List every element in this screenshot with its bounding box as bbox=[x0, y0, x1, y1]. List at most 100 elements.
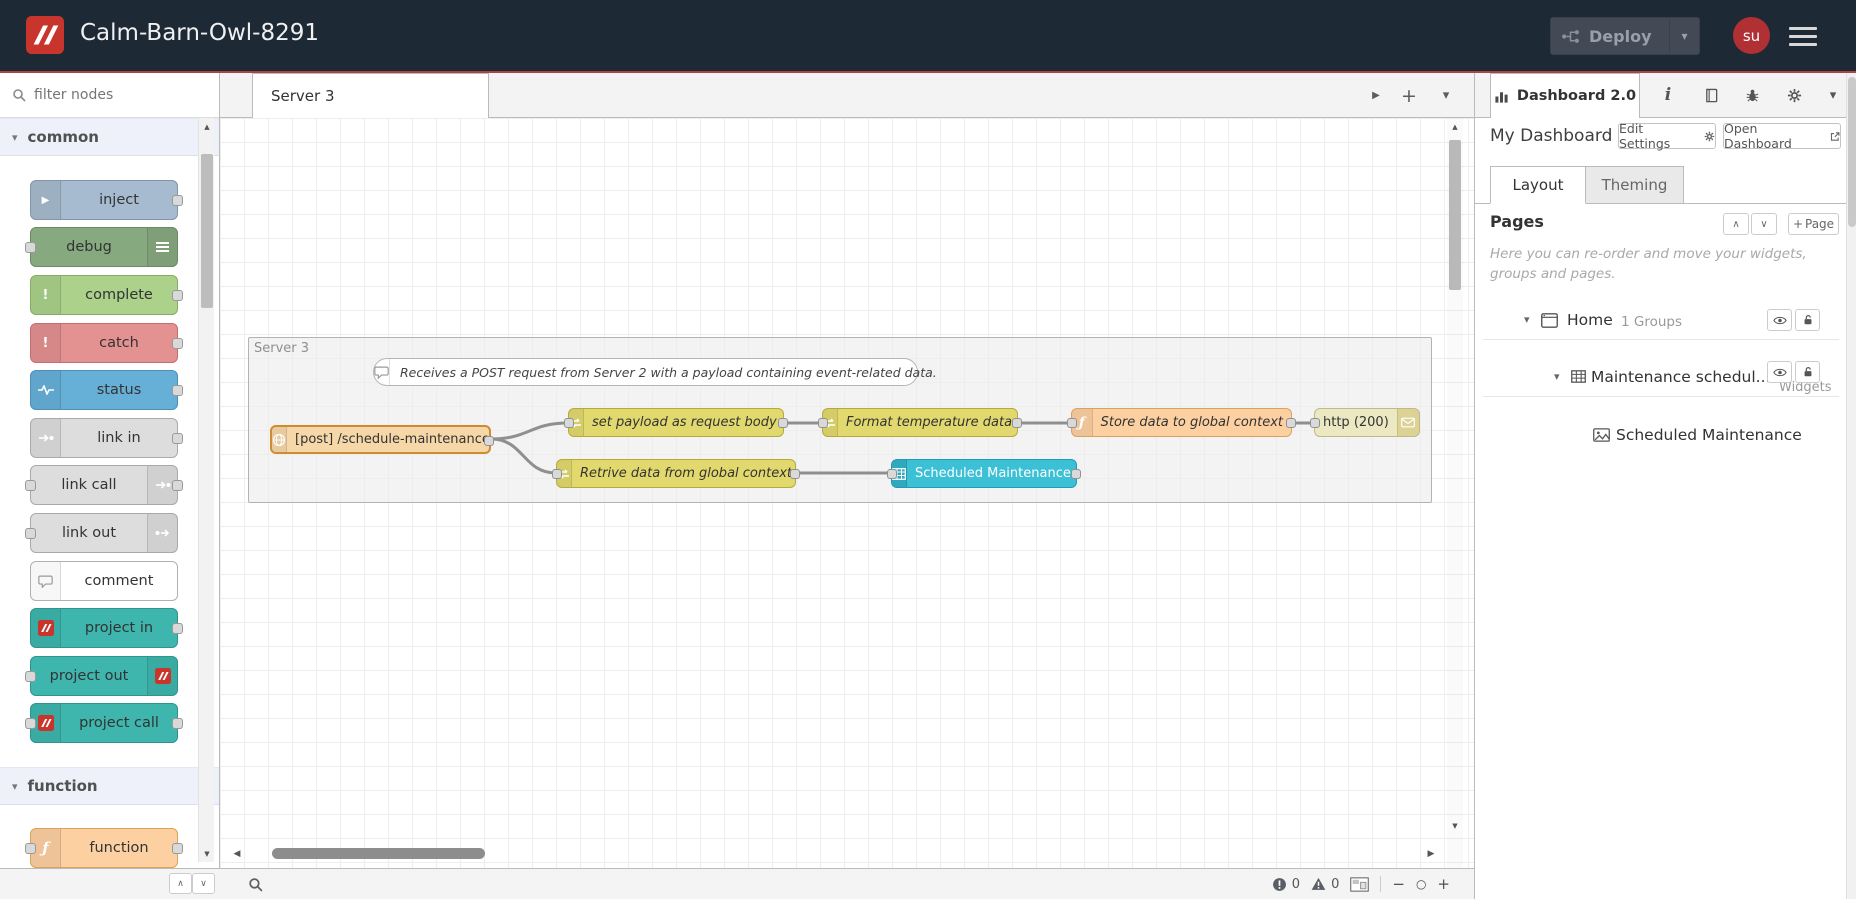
flow-node-store-global[interactable]: ƒ Store data to global context bbox=[1067, 408, 1296, 437]
tab-scroll-right-button[interactable]: ▶ bbox=[1362, 73, 1390, 118]
collapse-all-button[interactable]: ∧ bbox=[1723, 213, 1749, 235]
flow-node-format-temperature[interactable]: Format temperature data. bbox=[818, 408, 1022, 437]
input-port[interactable] bbox=[1067, 418, 1077, 428]
page-name: Home bbox=[1567, 311, 1613, 329]
tab-info[interactable]: i bbox=[1649, 73, 1687, 117]
palette-category-common[interactable]: ▾ common bbox=[0, 118, 219, 156]
tree-row-group-maintenance[interactable]: ▾ Maintenance schedul... Widgets bbox=[1483, 359, 1839, 397]
expand-all-button[interactable]: ∨ bbox=[1751, 213, 1777, 235]
main-menu-button[interactable] bbox=[1789, 27, 1817, 51]
palette-node-function[interactable]: ƒ function bbox=[25, 828, 183, 868]
category-label: common bbox=[27, 128, 99, 146]
search-flows-button[interactable] bbox=[244, 874, 266, 894]
palette-node-inject[interactable]: ▶ inject bbox=[30, 180, 183, 220]
output-port[interactable] bbox=[790, 469, 800, 479]
palette-node-comment[interactable]: comment bbox=[30, 561, 178, 601]
palette-node-debug[interactable]: debug bbox=[25, 227, 178, 267]
chevron-down-icon[interactable]: ▾ bbox=[1554, 370, 1560, 383]
open-dashboard-button[interactable]: Open Dashboard bbox=[1723, 121, 1841, 151]
palette-node-link-call[interactable]: link call bbox=[25, 465, 183, 505]
visibility-button[interactable] bbox=[1767, 309, 1792, 331]
output-port[interactable] bbox=[1286, 418, 1296, 428]
edit-settings-button[interactable]: Edit Settings bbox=[1618, 121, 1716, 151]
visibility-button[interactable] bbox=[1767, 361, 1792, 383]
chevron-down-icon[interactable]: ▾ bbox=[1524, 313, 1530, 326]
user-avatar[interactable]: su bbox=[1733, 17, 1770, 54]
search-icon bbox=[13, 89, 26, 102]
flow-list-button[interactable]: ▾ bbox=[1432, 73, 1460, 118]
output-port bbox=[172, 480, 183, 491]
error-icon[interactable] bbox=[1272, 877, 1287, 892]
flow-editor: Server 3 ▶ + ▾ Server 3 Receives a POST … bbox=[220, 73, 1474, 899]
output-port[interactable] bbox=[484, 436, 494, 446]
navigator-toggle-button[interactable] bbox=[1350, 876, 1370, 892]
palette-scrollbar-thumb[interactable] bbox=[201, 154, 213, 308]
sidebar-tabbar: Dashboard 2.0 i ▾ bbox=[1475, 73, 1846, 118]
output-port[interactable] bbox=[1012, 418, 1022, 428]
flow-wires bbox=[489, 421, 1316, 475]
tab-server-3[interactable]: Server 3 bbox=[252, 73, 489, 118]
deploy-options-button[interactable]: ▾ bbox=[1669, 18, 1699, 54]
input-port[interactable] bbox=[818, 418, 828, 428]
plus-icon: + bbox=[1792, 217, 1803, 231]
input-port[interactable] bbox=[1310, 418, 1320, 428]
flow-node-comment[interactable]: Receives a POST request from Server 2 wi… bbox=[373, 358, 937, 386]
palette-collapse-all-button[interactable]: ∧ bbox=[169, 873, 192, 894]
deploy-button[interactable]: Deploy ▾ bbox=[1550, 17, 1700, 55]
add-flow-button[interactable]: + bbox=[1395, 73, 1423, 118]
output-port bbox=[172, 338, 183, 349]
tab-help[interactable] bbox=[1692, 73, 1730, 117]
flow-node-set-payload[interactable]: set payload as request body bbox=[564, 408, 788, 437]
zoom-out-button[interactable]: − bbox=[1392, 875, 1405, 893]
pages-heading: Pages bbox=[1490, 212, 1544, 231]
tree-row-widget-scheduled-maintenance[interactable]: Scheduled Maintenance bbox=[1483, 417, 1839, 455]
scroll-down-button[interactable]: ▼ bbox=[199, 845, 215, 862]
flow-canvas[interactable]: Server 3 Receives a POST request from Se… bbox=[220, 118, 1474, 868]
flow-node-http-response[interactable]: http (200) bbox=[1310, 408, 1420, 437]
warning-icon[interactable] bbox=[1311, 877, 1326, 891]
chevron-down-icon: ▾ bbox=[12, 130, 18, 144]
palette-node-link-out[interactable]: link out bbox=[25, 513, 178, 553]
wire bbox=[489, 437, 558, 475]
flow-node-http-in[interactable]: [post] /schedule-maintenance bbox=[270, 425, 494, 454]
flow-node-ui-table[interactable]: Scheduled Maintenance bbox=[887, 459, 1081, 488]
lock-icon bbox=[1804, 367, 1811, 377]
palette-node-status[interactable]: status bbox=[30, 370, 183, 410]
tab-dashboard-2[interactable]: Dashboard 2.0 bbox=[1490, 73, 1640, 118]
comment-icon bbox=[374, 359, 390, 385]
flow-node-retrieve-global[interactable]: Retrive data from global context bbox=[552, 459, 800, 488]
input-port[interactable] bbox=[552, 469, 562, 479]
output-port[interactable] bbox=[778, 418, 788, 428]
wire bbox=[489, 421, 570, 441]
palette-category-function[interactable]: ▾ function bbox=[0, 767, 219, 805]
palette-node-link-in[interactable]: link in bbox=[30, 418, 183, 458]
palette-node-complete[interactable]: ! complete bbox=[30, 275, 183, 315]
complete-icon: ! bbox=[31, 276, 61, 314]
input-port[interactable] bbox=[887, 469, 897, 479]
tab-layout[interactable]: Layout bbox=[1490, 166, 1586, 204]
palette-node-catch[interactable]: ! catch bbox=[30, 323, 183, 363]
search-icon bbox=[248, 877, 263, 892]
palette-node-project-call[interactable]: project call bbox=[25, 703, 183, 743]
deploy-icon bbox=[1561, 29, 1580, 44]
lock-button[interactable] bbox=[1795, 309, 1820, 331]
tab-debug[interactable] bbox=[1733, 73, 1771, 117]
input-port[interactable] bbox=[564, 418, 574, 428]
palette-node-project-out[interactable]: project out bbox=[25, 656, 178, 696]
palette-node-project-in[interactable]: project in bbox=[30, 608, 183, 648]
tab-theming[interactable]: Theming bbox=[1586, 166, 1684, 204]
palette-expand-all-button[interactable]: ∨ bbox=[192, 873, 215, 894]
scroll-up-button[interactable]: ▲ bbox=[199, 118, 215, 135]
zoom-reset-button[interactable]: ○ bbox=[1416, 877, 1426, 891]
palette-filter-input[interactable] bbox=[34, 87, 164, 103]
zoom-in-button[interactable]: + bbox=[1437, 875, 1450, 893]
project-out-icon bbox=[147, 657, 177, 695]
lock-button[interactable] bbox=[1795, 361, 1820, 383]
tree-row-page-home[interactable]: ▾ Home 1 Groups bbox=[1483, 302, 1839, 340]
node-label: http (200) bbox=[1323, 415, 1389, 430]
output-port[interactable] bbox=[1071, 469, 1081, 479]
tab-config[interactable] bbox=[1775, 73, 1813, 117]
add-page-button[interactable]: + Page bbox=[1788, 213, 1839, 235]
window-scrollbar-thumb[interactable] bbox=[1848, 77, 1856, 227]
category-label: function bbox=[27, 777, 98, 795]
